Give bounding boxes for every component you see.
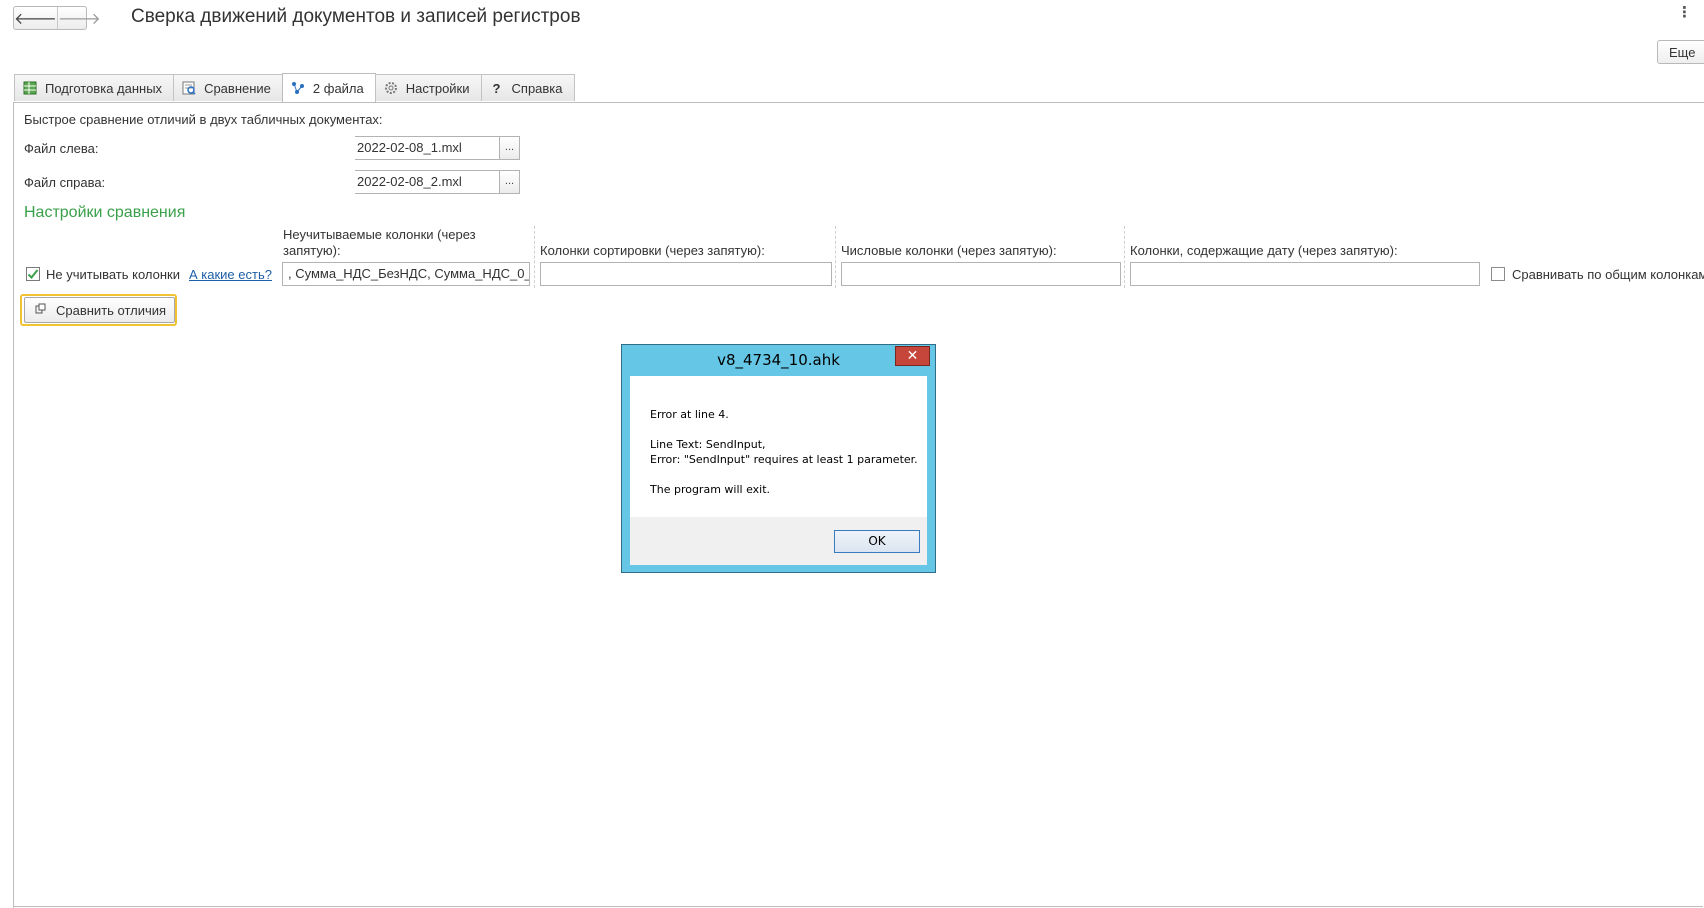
tab-label: Подготовка данных — [45, 80, 163, 96]
page-title: Сверка движений документов и записей рег… — [131, 6, 581, 27]
date-columns-header: Колонки, содержащие дату (через запятую)… — [1130, 243, 1398, 258]
tab-divider — [14, 102, 1704, 103]
tab-bar: Подготовка данных Сравнение 2 файла Наст… — [14, 73, 575, 102]
forward-arrow-icon[interactable]: 🡒 — [56, 7, 101, 29]
tab-label: Сравнение — [204, 80, 271, 96]
column-separator — [835, 226, 836, 288]
compare-button-label: Сравнить отличия — [56, 302, 167, 318]
numeric-columns-input[interactable] — [841, 262, 1121, 286]
compare-common-checkbox[interactable] — [1491, 267, 1505, 281]
content-border — [13, 102, 14, 908]
compare-icon — [182, 81, 196, 95]
date-columns-input[interactable] — [1130, 262, 1480, 286]
ignore-columns-checkbox-label[interactable]: Не учитывать колонки — [46, 267, 180, 282]
history-nav: 🡐 🡒 — [13, 6, 101, 30]
more-button[interactable]: Еще — [1657, 40, 1704, 64]
structure-icon — [291, 81, 305, 95]
file-right-input[interactable]: 2022-02-08_2.mxl — [355, 170, 500, 194]
error-line: Error at line 4. — [650, 408, 729, 421]
file-left-input[interactable]: 2022-02-08_1.mxl — [355, 136, 500, 160]
tab-compare[interactable]: Сравнение — [173, 74, 283, 101]
tab-settings[interactable]: Настройки — [374, 74, 482, 101]
compare-differences-button[interactable]: Сравнить отличия — [24, 297, 175, 323]
file-left-choose-button[interactable]: ... — [499, 136, 520, 160]
copy-icon — [35, 303, 46, 317]
ok-button[interactable]: OK — [834, 530, 920, 553]
compare-common-label[interactable]: Сравнивать по общим колонкам — [1512, 267, 1704, 282]
tab-two-files[interactable]: 2 файла — [281, 73, 376, 102]
tab-label: 2 файла — [312, 80, 364, 96]
ignore-columns-input[interactable]: , Сумма_НДС_БезНДС, Сумма_НДС_0_ — [282, 262, 530, 286]
file-left-label: Файл слева: — [24, 141, 99, 156]
sort-columns-input[interactable] — [540, 262, 832, 286]
sort-columns-header: Колонки сортировки (через запятую): — [540, 243, 765, 258]
check-icon — [27, 269, 39, 279]
column-separator — [1124, 226, 1125, 288]
column-separator — [534, 226, 535, 288]
tab-label: Справка — [511, 80, 563, 96]
exit-notice: The program will exit. — [650, 483, 771, 496]
file-right-label: Файл справа: — [24, 175, 106, 190]
file-right-choose-button[interactable]: ... — [499, 170, 520, 194]
kebab-menu-icon[interactable]: ⋮ — [1677, 5, 1692, 20]
numeric-columns-header: Числовые колонки (через запятую): — [841, 243, 1057, 258]
ignore-columns-header: Неучитываемые колонки (через запятую): — [283, 227, 476, 258]
error-dialog: v8_4734_10.ahk ✕ Error at line 4. Line T… — [621, 344, 936, 573]
section-title: Настройки сравнения — [24, 204, 186, 221]
ignore-columns-checkbox[interactable] — [26, 267, 40, 281]
intro-text: Быстрое сравнение отличий в двух табличн… — [24, 112, 383, 127]
error-message: Error: "SendInput" requires at least 1 p… — [650, 453, 918, 466]
dialog-body: Error at line 4. Line Text: SendInput, E… — [630, 376, 927, 517]
back-arrow-icon[interactable]: 🡐 — [14, 7, 57, 29]
gear-icon — [384, 81, 398, 95]
dialog-title: v8_4734_10.ahk — [717, 351, 840, 369]
tab-label: Настройки — [405, 80, 470, 96]
tab-help[interactable]: ? Справка — [480, 74, 575, 101]
error-line-text: Line Text: SendInput, — [650, 438, 766, 451]
tab-data-preparation[interactable]: Подготовка данных — [14, 74, 175, 101]
close-icon[interactable]: ✕ — [895, 346, 930, 366]
table-icon — [23, 81, 37, 95]
which-columns-link[interactable]: А какие есть? — [189, 267, 272, 282]
content-border-bottom — [13, 906, 1703, 907]
question-icon: ? — [492, 80, 501, 96]
